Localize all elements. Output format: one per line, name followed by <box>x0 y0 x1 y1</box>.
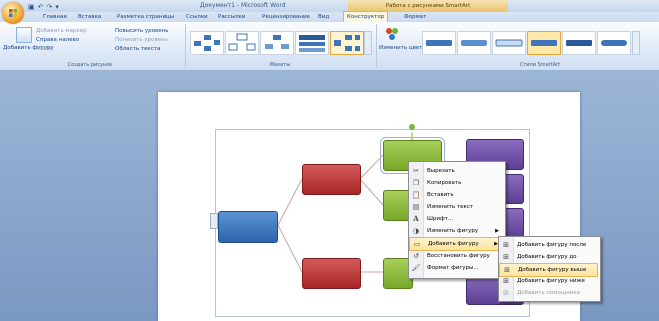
edit-text-icon: ▤ <box>412 203 420 211</box>
add-shape-icon: ▭ <box>413 240 421 248</box>
paste-icon: 📋 <box>411 191 421 199</box>
menu-item-copy[interactable]: ❐ Копировать <box>409 177 503 189</box>
submenu-item-add-assistant[interactable]: ⊞ Добавить помощника <box>499 287 598 299</box>
rotate-handle[interactable] <box>409 124 415 130</box>
font-icon: A <box>413 214 419 223</box>
format-shape-icon: 🖌 <box>411 264 421 272</box>
add-after-icon: ⊞ <box>503 241 509 249</box>
scissors-icon: ✂ <box>413 167 419 175</box>
diagram-shape-root[interactable] <box>218 211 278 243</box>
menu-item-paste[interactable]: 📋 Вставить <box>409 189 503 201</box>
menu-item-format-shape[interactable]: 🖌 Формат фигуры... <box>409 262 503 274</box>
office-logo-icon <box>8 8 18 18</box>
menu-item-add-shape[interactable]: ▭ Добавить фигуру ▶ <box>409 237 503 251</box>
add-above-icon: ⊞ <box>504 266 510 274</box>
context-menu: ✂ Вырезать ❐ Копировать 📋 Вставить ▤ Изменит… <box>408 161 506 279</box>
menu-item-change-shape[interactable]: ◑ Изменить фигуру ▶ <box>409 225 503 237</box>
submenu-item-add-after[interactable]: ⊞ Добавить фигуру после <box>499 239 598 251</box>
diagram-shape-red-bottom[interactable] <box>302 258 361 289</box>
submenu-item-add-before[interactable]: ⊞ Добавить фигуру до <box>499 251 598 263</box>
office-button[interactable] <box>2 2 24 24</box>
submenu-item-add-below[interactable]: ⊞ Добавить фигуру ниже <box>499 275 598 287</box>
menu-item-edit-text[interactable]: ▤ Изменить текст <box>409 201 503 213</box>
change-shape-icon: ◑ <box>412 227 420 235</box>
add-shape-submenu: ⊞ Добавить фигуру после ⊞ Добавить фигуру … <box>498 236 601 302</box>
copy-icon: ❐ <box>412 179 420 187</box>
add-assistant-icon: ⊞ <box>503 289 509 297</box>
add-below-icon: ⊞ <box>503 277 509 285</box>
add-before-icon: ⊞ <box>503 253 509 261</box>
menu-item-cut[interactable]: ✂ Вырезать <box>409 165 503 177</box>
reset-shape-icon: ↺ <box>413 252 419 260</box>
menu-item-font[interactable]: A Шрифт... <box>409 213 503 225</box>
menu-item-reset-shape[interactable]: ↺ Восстановить фигуру <box>409 250 503 262</box>
diagram-shape-red-top[interactable] <box>302 164 361 195</box>
